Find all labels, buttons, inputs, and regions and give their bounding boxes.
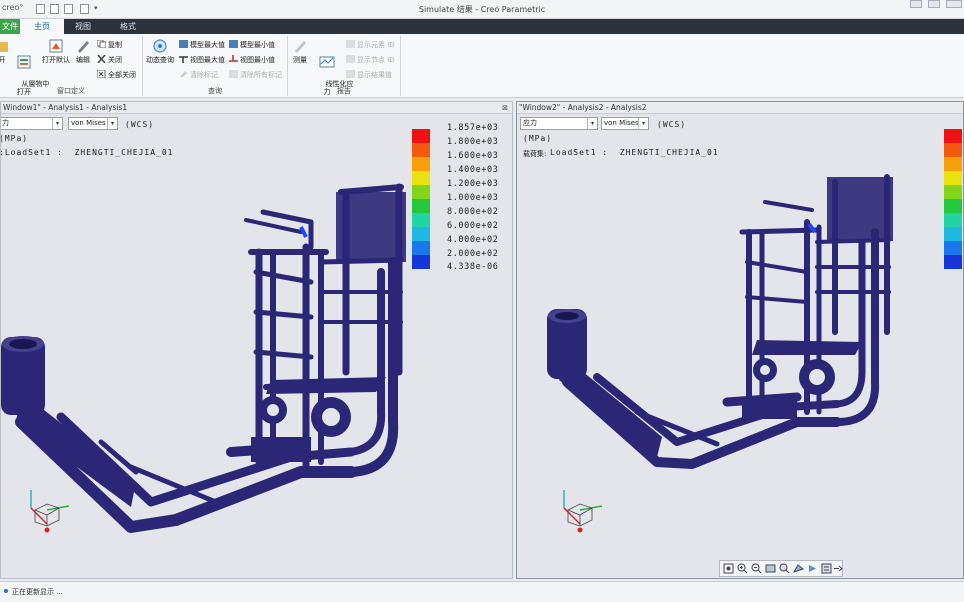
legend-swatch [412, 129, 430, 143]
window-1-header: Window1" - Analysis1 - Analysis1 [1, 102, 512, 114]
frame-model-2[interactable] [517, 172, 963, 502]
window-definition-group: 开 从層物中 打开 打开默认 编辑 复制 关闭 全部关闭 窗口定义 [0, 36, 143, 96]
status-dot-icon [4, 589, 8, 593]
tab-view[interactable]: 视图 [68, 19, 98, 34]
ribbon: 开 从層物中 打开 打开默认 编辑 复制 关闭 全部关闭 窗口定义 动态查询 模… [0, 34, 964, 98]
linearized-stress-icon [319, 56, 335, 68]
zoom-window-icon[interactable] [779, 563, 790, 574]
window-2-header: "Window2" - Analysis2 - Analysis2 [517, 102, 963, 114]
show-element-id-button[interactable]: 显示元素 ID [346, 40, 395, 50]
units-label: (MPa) [0, 134, 29, 143]
maximize-pane-icon[interactable]: ⊠ [502, 104, 508, 112]
zoom-out-icon[interactable] [751, 563, 762, 574]
pencil-icon [78, 41, 89, 53]
close-icon [97, 55, 106, 63]
open-default-button[interactable]: 打开默认 [42, 38, 70, 64]
dynamic-query-button[interactable]: 动态查询 [145, 38, 175, 64]
chevron-down-icon: ▾ [107, 118, 117, 129]
show-result-value-button[interactable]: 显示结果值 [346, 70, 392, 80]
show-node-id-button[interactable]: 显示节点 ID [346, 55, 395, 65]
component-dropdown[interactable]: von Mises ▾ [601, 117, 649, 130]
result-type-dropdown[interactable]: 力 ▾ [1, 117, 63, 130]
node-id-icon [346, 55, 355, 63]
clear-all-markers-button[interactable]: 清除所有标记 [229, 70, 282, 80]
minimize-button[interactable] [910, 0, 922, 8]
coordinate-triad-icon [563, 490, 603, 533]
legend-swatch [944, 157, 962, 171]
legend-swatch [412, 157, 430, 171]
close-button[interactable] [946, 0, 962, 8]
open-layout-icon [17, 55, 31, 69]
spin-center-icon[interactable] [807, 563, 818, 574]
analysis-window-2[interactable]: "Window2" - Analysis2 - Analysis2 应力 ▾ v… [516, 101, 964, 579]
view-min-button[interactable]: 视图最小值 [229, 55, 275, 65]
dynamic-query-icon [153, 39, 167, 53]
model-min-button[interactable]: 模型最小值 [229, 40, 275, 50]
report-group: 测量 线性化应 力 显示元素 ID 显示节点 ID 显示结果值 报告 [288, 36, 401, 96]
component-dropdown[interactable]: von Mises ▾ [68, 117, 118, 130]
loadset-label: LoadSet1 : ZHENGTI_CHEJIA_01 [550, 148, 719, 157]
analysis-window-1[interactable]: Window1" - Analysis1 - Analysis1 ⊠ 力 ▾ v… [0, 101, 513, 579]
ribbon-tabs: 文件 主页 视图 格式 [0, 19, 964, 34]
repaint-icon[interactable] [765, 563, 776, 574]
wcs-label: (WCS) [125, 120, 155, 129]
loadset-prefix: 载荷集: [523, 150, 547, 158]
copy-button[interactable]: 复制 [97, 40, 122, 50]
result-type-dropdown[interactable]: 应力 ▾ [520, 117, 598, 130]
copy-icon [97, 40, 106, 48]
orient-icon[interactable] [793, 563, 804, 574]
report-group-label: 报告 [337, 87, 351, 95]
chevron-down-icon: ▾ [587, 118, 597, 129]
chevron-down-icon: ▾ [638, 118, 648, 129]
refit-icon[interactable] [723, 563, 734, 574]
eraser-icon [180, 71, 187, 77]
zoom-in-icon[interactable] [737, 563, 748, 574]
status-message: 正在更新显示 ... [12, 588, 63, 596]
window-definition-label: 窗口定义 [57, 87, 85, 95]
legend-swatch [944, 143, 962, 157]
clear-markers-button[interactable]: 清除标记 [179, 70, 218, 80]
close-all-button[interactable]: 全部关闭 [97, 70, 136, 80]
model-min-icon [229, 40, 238, 48]
clear-all-icon [229, 70, 238, 78]
close-analysis-button[interactable]: 关闭 [97, 55, 122, 65]
loadset-label: :LoadSet1 : ZHENGTI_CHEJIA_01 [0, 148, 174, 157]
close-all-icon [97, 70, 106, 78]
view-max-icon [179, 56, 188, 63]
view-max-button[interactable]: 视图最大值 [179, 55, 225, 65]
tab-home[interactable]: 主页 [20, 19, 64, 34]
measure-icon [295, 41, 306, 53]
measure-button[interactable]: 测量 [290, 38, 310, 64]
title-bar: creo° ▾ Simulate 结果 - Creo Parametric [0, 0, 964, 19]
query-group-label: 查询 [208, 87, 222, 95]
display-style-icon[interactable] [833, 563, 844, 574]
query-group: 动态查询 模型最大值 模型最小值 视图最大值 视图最小值 清除标记 清除所有标记… [143, 36, 288, 96]
legend-swatch [944, 129, 962, 143]
result-value-icon [346, 70, 355, 78]
coordinate-triad-icon [30, 490, 70, 533]
legend-value: 1.600e+03 [447, 151, 499, 161]
window-title: Simulate 结果 - Creo Parametric [418, 5, 546, 14]
wcs-label: (WCS) [657, 120, 687, 129]
legend-value: 1.800e+03 [447, 137, 499, 147]
saved-views-icon[interactable] [821, 563, 832, 574]
status-bar: 正在更新显示 ... [0, 581, 964, 602]
tab-file[interactable]: 文件 [0, 19, 20, 34]
element-id-icon [346, 40, 355, 48]
chevron-down-icon: ▾ [52, 118, 62, 129]
model-max-button[interactable]: 模型最大值 [179, 40, 225, 50]
tab-format[interactable]: 格式 [110, 19, 146, 34]
legend-swatch [412, 143, 430, 157]
view-min-icon [229, 55, 238, 62]
maximize-button[interactable] [928, 0, 940, 8]
edit-button[interactable]: 编辑 [74, 38, 92, 64]
view-toolbar [719, 560, 843, 577]
model-max-icon [179, 40, 188, 48]
units-label: (MPa) [523, 134, 553, 143]
open-default-icon [49, 39, 63, 53]
legend-value: 1.857e+03 [447, 123, 499, 133]
